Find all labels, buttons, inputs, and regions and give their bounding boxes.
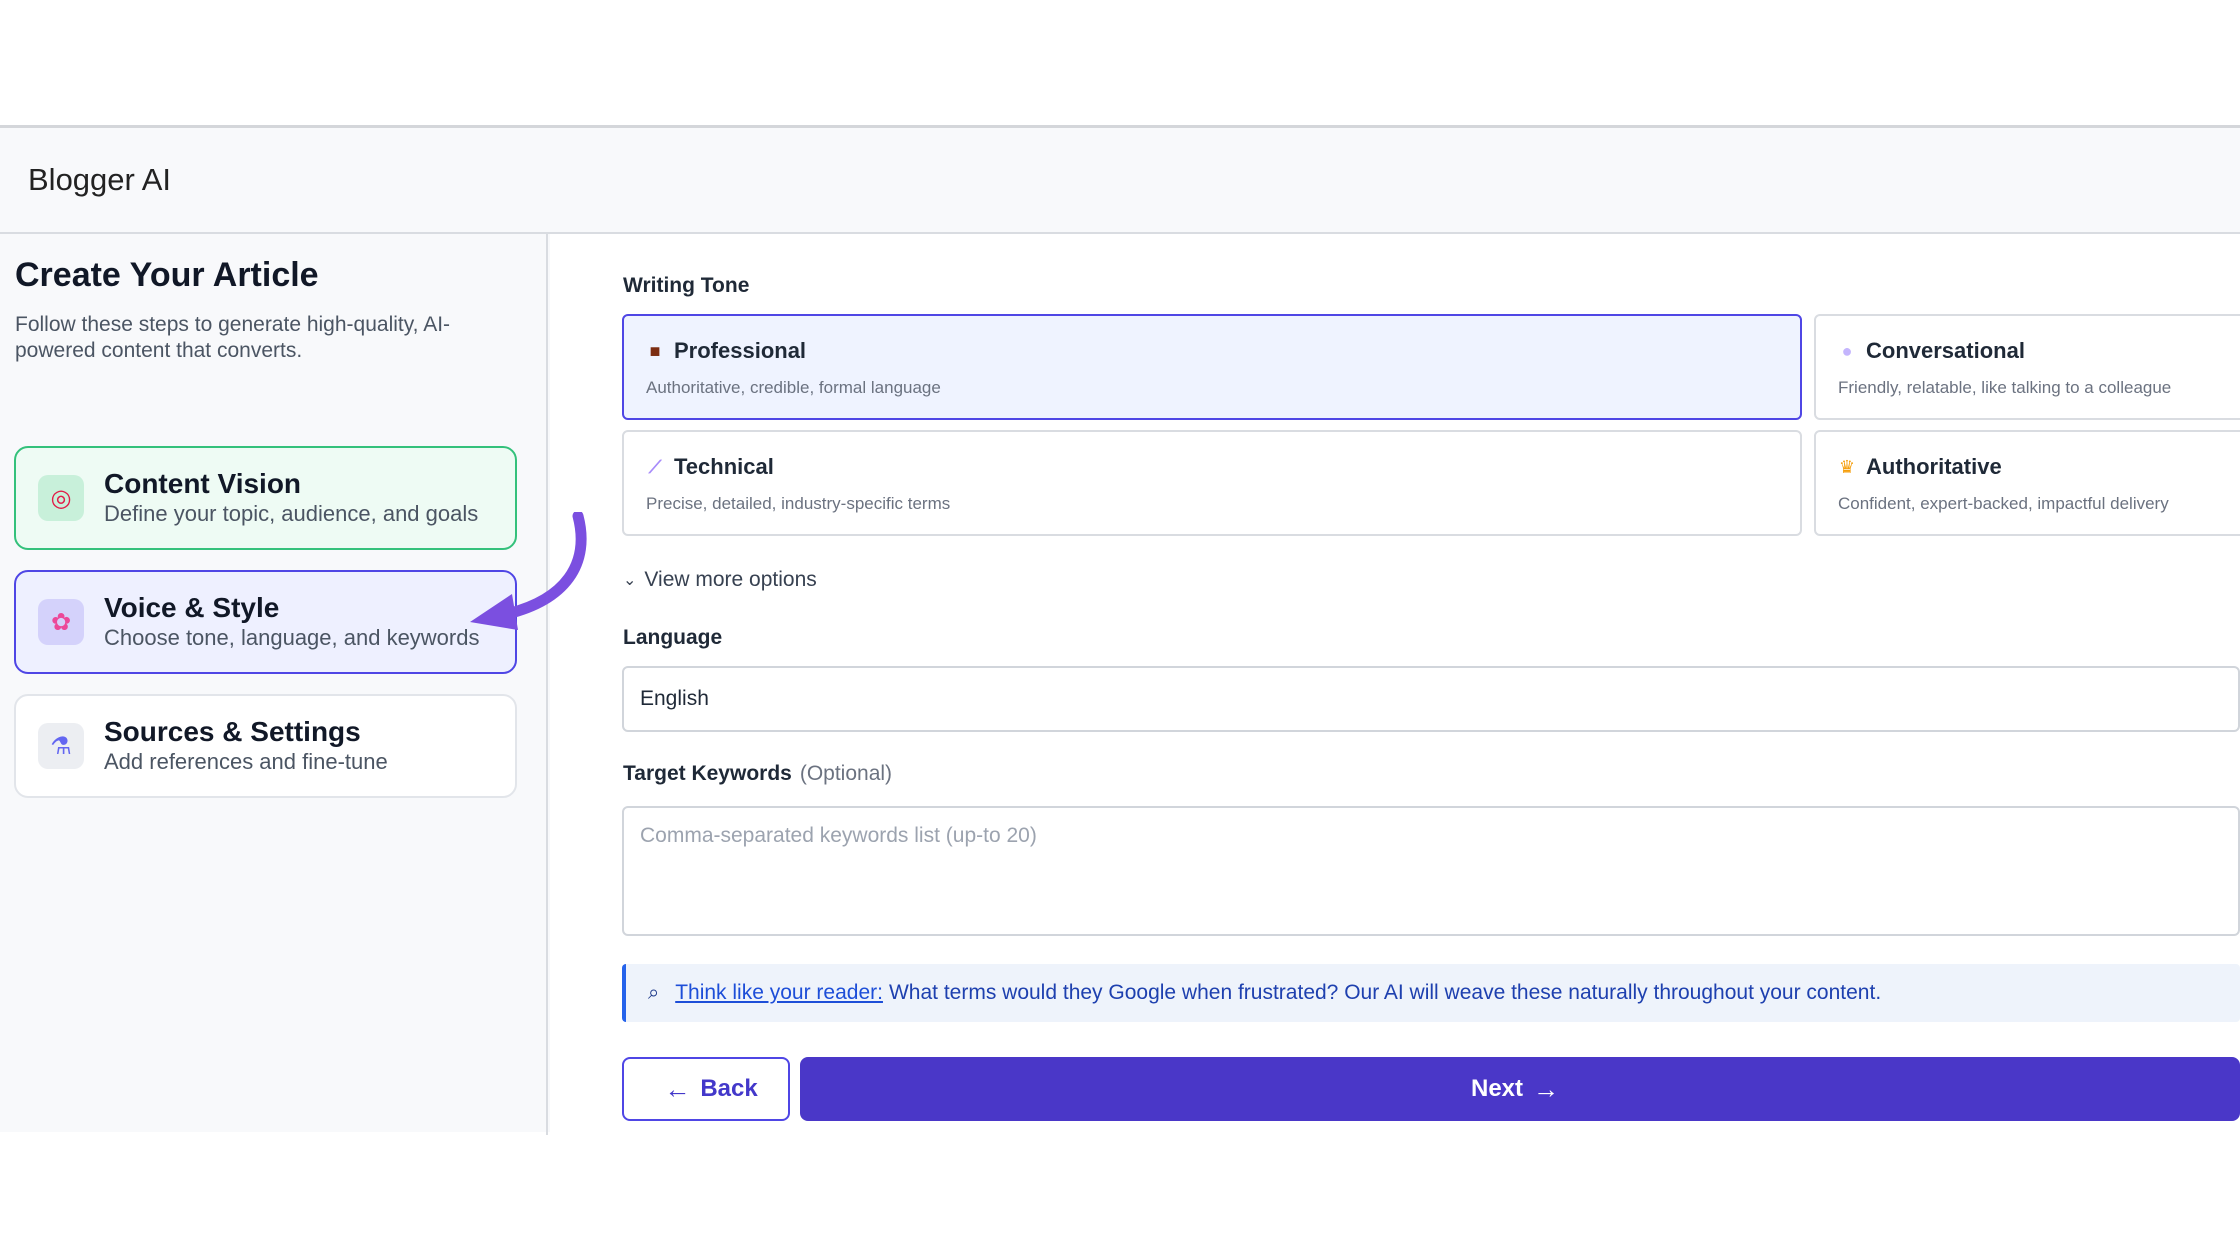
back-button[interactable]: ← Back [622, 1057, 790, 1121]
target-keywords-label: Target Keywords (Optional) [623, 762, 892, 786]
speech-bubble-icon: ● [1841, 340, 1853, 361]
microscope-icon: ⚗ [38, 723, 84, 769]
magnifier-icon: ⌕ [648, 981, 660, 1004]
sidebar-description: Follow these steps to generate high-qual… [15, 313, 451, 362]
top-hat-icon: ■ [649, 340, 661, 361]
keywords-input[interactable] [622, 806, 2240, 936]
keyword-tip: ⌕ Think like your reader: What terms wou… [622, 964, 2240, 1022]
brain-icon: ✿ [38, 599, 84, 645]
step-content-vision[interactable]: ◎ Content Vision Define your topic, audi… [14, 446, 517, 550]
annotation-arrow [470, 512, 587, 630]
writing-tone-label: Writing Tone [623, 274, 750, 297]
medal-icon: ♛ [1838, 456, 1856, 477]
tone-title: Authoritative [1866, 454, 2002, 479]
tone-option-conversational[interactable]: ● Conversational Friendly, relatable, lik… [1814, 314, 2240, 420]
view-more-label: View more options [644, 568, 817, 591]
tip-text: What terms would they Google when frustr… [888, 981, 1882, 1004]
language-value: English [640, 687, 709, 710]
wrench-icon: ⟋ [648, 456, 662, 477]
optional-tag: (Optional) [799, 762, 893, 785]
view-more-options[interactable]: ⌄ View more options [623, 568, 817, 592]
step-title: Content Vision [104, 468, 302, 499]
top-bar: Blogger AI [0, 128, 2240, 234]
chevron-down-icon: ⌄ [623, 572, 637, 589]
tone-title: Professional [674, 338, 807, 363]
tip-link[interactable]: Think like your reader: [675, 981, 883, 1005]
arrow-left-icon: ← [664, 1073, 691, 1104]
sidebar: Create Your Article Follow these steps t… [0, 234, 548, 1135]
step-sources-settings[interactable]: ⚗ Sources & Settings Add references and … [14, 694, 517, 798]
step-subtitle: Add references and fine-tune [104, 749, 388, 774]
step-voice-style[interactable]: ✿ Voice & Style Choose tone, language, a… [14, 570, 517, 674]
step-subtitle: Define your topic, audience, and goals [104, 501, 479, 526]
language-select[interactable]: English [622, 666, 2240, 732]
language-label: Language [623, 626, 723, 649]
tone-description: Friendly, relatable, like talking to a c… [1838, 378, 2172, 397]
tone-title: Conversational [1866, 338, 2025, 363]
keywords-label-text: Target Keywords [623, 762, 792, 785]
target-icon: ◎ [38, 475, 84, 521]
tone-description: Precise, detailed, industry-specific ter… [646, 494, 951, 513]
tone-option-technical[interactable]: ⟋ Technical Precise, detailed, industry-s… [622, 430, 1802, 536]
step-subtitle: Choose tone, language, and keywords [104, 625, 480, 650]
tone-title: Technical [674, 454, 774, 479]
app-title: Blogger AI [28, 162, 172, 197]
sidebar-heading: Create Your Article [15, 256, 319, 294]
back-label: Back [700, 1075, 758, 1102]
next-button[interactable]: Next → [800, 1057, 2240, 1121]
app-window: Blogger AI Create Your Article Follow th… [0, 125, 2240, 1135]
step-title: Sources & Settings [104, 716, 361, 747]
tone-description: Confident, expert-backed, impactful deli… [1838, 494, 2169, 513]
main-panel: Writing Tone ■ Professional Authoritative… [550, 234, 2240, 1135]
tone-description: Authoritative, credible, formal language [646, 378, 941, 397]
tone-option-professional[interactable]: ■ Professional Authoritative, credible, f… [622, 314, 1802, 420]
tone-option-authoritative[interactable]: ♛ Authoritative Confident, expert-backed,… [1814, 430, 2240, 536]
step-title: Voice & Style [104, 592, 280, 623]
arrow-right-icon: → [1533, 1073, 1560, 1104]
next-label: Next [1470, 1075, 1524, 1102]
